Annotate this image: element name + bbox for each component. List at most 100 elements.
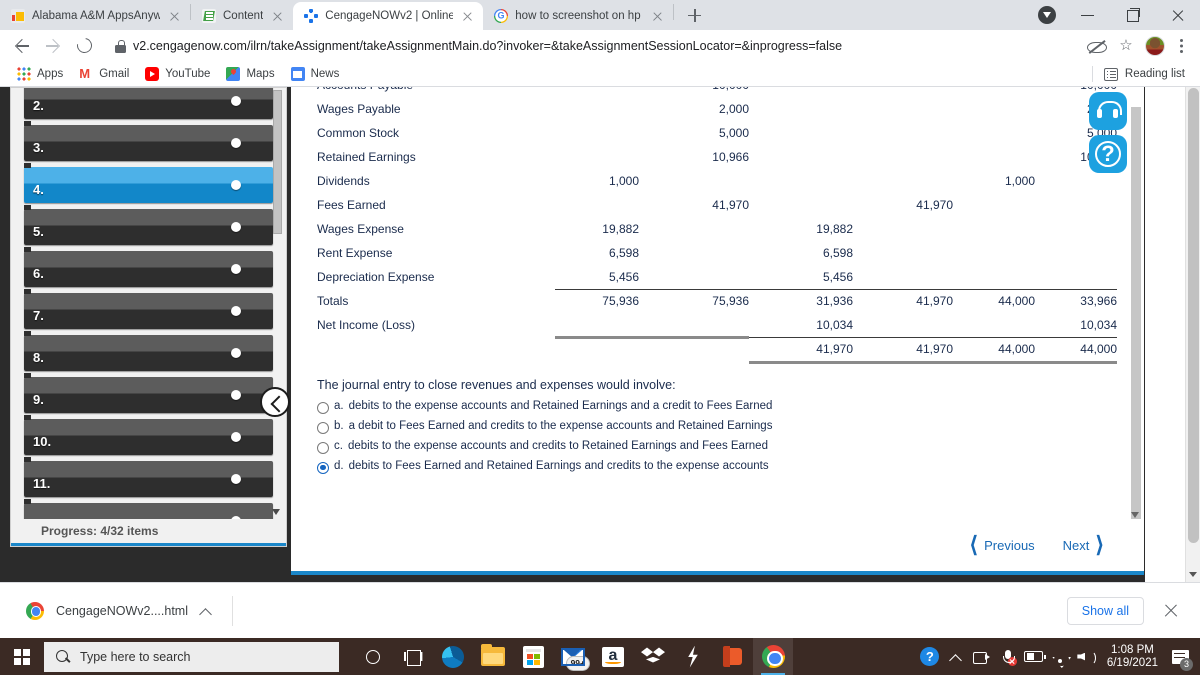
forward-button[interactable]	[39, 32, 67, 60]
downloads-indicator-icon[interactable]	[1031, 0, 1065, 30]
page-scrollbar-thumb[interactable]	[1188, 88, 1199, 543]
close-window-button[interactable]	[1155, 0, 1200, 30]
sidebar-item-4[interactable]: 4.	[24, 163, 273, 203]
taskbar-app-mail[interactable]: 99+	[553, 638, 593, 675]
bookmark-youtube[interactable]: YouTube	[137, 63, 218, 85]
scroll-down-arrow-icon[interactable]	[1188, 569, 1199, 579]
taskbar-app-office[interactable]	[713, 638, 753, 675]
eye-off-icon[interactable]	[1082, 32, 1110, 60]
bookmark-maps[interactable]: Maps	[218, 63, 282, 85]
page-scrollbar[interactable]	[1185, 87, 1200, 582]
taskbar-app-chrome[interactable]	[753, 638, 793, 675]
status-dot	[231, 348, 241, 358]
radio-button[interactable]	[317, 441, 329, 454]
download-filename: CengageNOWv2....html	[56, 603, 188, 618]
sidebar-item-3[interactable]: 3.	[24, 121, 273, 161]
new-tab-button[interactable]	[680, 1, 708, 29]
close-shelf-icon[interactable]	[1162, 602, 1180, 620]
taskbar-app-file-explorer[interactable]	[473, 638, 513, 675]
previous-button[interactable]: ⟨ Previous	[970, 534, 1035, 556]
question-content-panel: Accounts Payable 10,000 10,000 Wages Pay…	[291, 87, 1144, 575]
taskbar-search-input[interactable]: Type here to search	[44, 641, 339, 672]
close-icon[interactable]	[460, 9, 475, 24]
collapse-sidebar-button[interactable]	[260, 387, 290, 417]
show-hidden-icons-button[interactable]	[943, 638, 969, 675]
content-scrollbar[interactable]	[1130, 89, 1142, 559]
taskbar-app-dropbox[interactable]	[633, 638, 673, 675]
cengage-icon	[304, 9, 319, 23]
bookmark-news[interactable]: News	[283, 63, 348, 85]
close-icon[interactable]	[270, 9, 285, 24]
chevron-down-icon[interactable]	[271, 506, 282, 517]
chrome-menu-icon[interactable]	[1170, 32, 1192, 60]
radio-button[interactable]	[317, 401, 329, 414]
start-button[interactable]	[0, 638, 44, 675]
radio-button-selected[interactable]	[317, 461, 329, 474]
avatar[interactable]	[1145, 36, 1165, 56]
sidebar-scrollbar-thumb[interactable]	[273, 90, 282, 234]
help-button[interactable]: ?	[1089, 135, 1127, 173]
answer-choice-d[interactable]: d. debits to Fees Earned and Retained Ea…	[317, 460, 1131, 474]
maximize-button[interactable]	[1110, 0, 1155, 30]
taskbar-app-bolt[interactable]	[673, 638, 713, 675]
sidebar-item-12[interactable]: 12.	[24, 499, 273, 519]
choice-text: a debit to Fees Earned and credits to th…	[348, 419, 773, 432]
browser-tab-3[interactable]: how to screenshot on hp laptop	[483, 2, 673, 30]
taskbar-app-microsoft-store[interactable]	[513, 638, 553, 675]
answer-choice-c[interactable]: c. debits to the expense accounts and cr…	[317, 440, 1131, 454]
sidebar-item-10[interactable]: 10.	[24, 415, 273, 455]
taskbar-app-edge[interactable]	[433, 638, 473, 675]
bookmark-gmail[interactable]: Gmail	[71, 63, 137, 85]
radio-button[interactable]	[317, 421, 329, 434]
answer-choice-a[interactable]: a. debits to the expense accounts and Re…	[317, 400, 1131, 414]
windows-taskbar: Type here to search 99+ a ? 1:08 PM 6/19…	[0, 638, 1200, 675]
sidebar-item-5[interactable]: 5.	[24, 205, 273, 245]
close-icon[interactable]	[167, 9, 182, 24]
browser-tab-1[interactable]: Content	[191, 2, 293, 30]
minimize-button[interactable]	[1065, 0, 1110, 30]
dropbox-icon	[641, 647, 665, 667]
notifications-button[interactable]: 3	[1166, 638, 1194, 675]
sidebar-item-7[interactable]: 7.	[24, 289, 273, 329]
sidebar-item-6[interactable]: 6.	[24, 247, 273, 287]
chevron-up-icon[interactable]	[200, 605, 212, 617]
appsanywhere-icon	[11, 9, 25, 23]
battery-tray-icon[interactable]	[1021, 638, 1047, 675]
next-button[interactable]: Next ⟩	[1062, 534, 1104, 556]
browser-tab-2[interactable]: CengageNOWv2 | Online teachin	[293, 2, 484, 30]
browser-tab-0[interactable]: Alabama A&M AppsAnywhere	[0, 2, 190, 30]
content-scrollbar-thumb[interactable]	[1131, 107, 1141, 559]
help-tray-button[interactable]	[917, 638, 943, 675]
answer-choice-b[interactable]: b. a debit to Fees Earned and credits to…	[317, 420, 1131, 434]
sidebar-item-2[interactable]: 2.	[24, 88, 273, 119]
sidebar-item-8[interactable]: 8.	[24, 331, 273, 371]
network-tray-icon[interactable]	[1047, 638, 1073, 675]
camera-tray-icon[interactable]	[969, 638, 995, 675]
cell-c3	[749, 121, 853, 145]
table-row: Rent Expense 6,598 6,598	[317, 241, 1117, 265]
back-button[interactable]	[8, 32, 36, 60]
cell-c5	[953, 217, 1035, 241]
bookmark-apps[interactable]: Apps	[9, 63, 71, 85]
address-bar[interactable]: v2.cengagenow.com/ilrn/takeAssignment/ta…	[105, 33, 1074, 59]
sidebar-item-11[interactable]: 11.	[24, 457, 273, 497]
show-all-downloads-button[interactable]: Show all	[1066, 596, 1144, 625]
bookmark-star-icon[interactable]: ☆	[1112, 32, 1140, 60]
microphone-tray-icon[interactable]	[995, 638, 1021, 675]
next-label: Next	[1062, 537, 1090, 553]
cortana-button[interactable]	[353, 638, 393, 675]
support-chat-button[interactable]	[1089, 92, 1127, 130]
reload-button[interactable]	[70, 32, 98, 60]
sidebar-item-9[interactable]: 9.	[24, 373, 273, 413]
question-list[interactable]: 2. 3. 4. 5. 6. 7. 8. 9. 10. 11.	[11, 88, 286, 519]
sidebar-scrollbar[interactable]	[273, 90, 282, 501]
download-item[interactable]: CengageNOWv2....html	[14, 593, 224, 629]
task-view-button[interactable]	[393, 638, 433, 675]
close-icon[interactable]	[650, 9, 665, 24]
volume-tray-icon[interactable]	[1073, 638, 1099, 675]
taskbar-clock[interactable]: 1:08 PM 6/19/2021	[1099, 644, 1166, 670]
choice-text: debits to the expense accounts and credi…	[347, 439, 768, 452]
fold-corner	[24, 163, 31, 168]
reading-list-button[interactable]: Reading list	[1088, 66, 1191, 82]
taskbar-app-amazon[interactable]	[593, 638, 633, 675]
